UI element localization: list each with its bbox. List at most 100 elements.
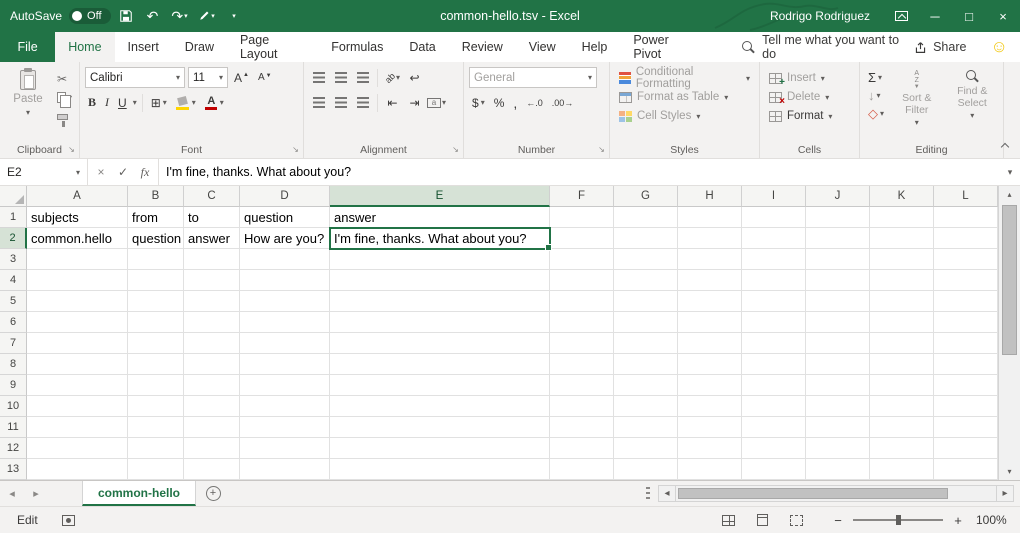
cell-j1[interactable] xyxy=(806,207,870,228)
clear-button[interactable]: ◇▾ xyxy=(865,105,887,122)
tab-data[interactable]: Data xyxy=(396,32,448,62)
cell-h8[interactable] xyxy=(678,354,742,375)
cell-d10[interactable] xyxy=(240,396,330,417)
cell-c4[interactable] xyxy=(184,270,240,291)
tab-draw[interactable]: Draw xyxy=(172,32,227,62)
delete-cells-button[interactable]: Delete ▾ xyxy=(765,88,836,106)
redo-button[interactable]: ↷▾ xyxy=(168,3,192,29)
zoom-percentage[interactable]: 100% xyxy=(976,513,1020,527)
align-bottom-button[interactable] xyxy=(353,67,372,88)
cell-k1[interactable] xyxy=(870,207,934,228)
cell-b9[interactable] xyxy=(128,375,184,396)
row-header-9[interactable]: 9 xyxy=(0,375,27,396)
accounting-format-button[interactable]: $▾ xyxy=(469,92,488,113)
cell-k2[interactable] xyxy=(870,228,934,249)
zoom-slider-thumb[interactable] xyxy=(896,515,901,525)
cell-d9[interactable] xyxy=(240,375,330,396)
cell-d7[interactable] xyxy=(240,333,330,354)
bold-button[interactable]: B xyxy=(85,92,99,113)
cell-k3[interactable] xyxy=(870,249,934,270)
align-left-button[interactable] xyxy=(309,92,328,113)
cell-l11[interactable] xyxy=(934,417,998,438)
horizontal-scrollbar[interactable]: ◂ ▸ xyxy=(658,481,1014,506)
cell-g4[interactable] xyxy=(614,270,678,291)
cell-f8[interactable] xyxy=(550,354,614,375)
wrap-text-button[interactable]: ↩ xyxy=(405,67,424,88)
cell-k6[interactable] xyxy=(870,312,934,333)
cell-b5[interactable] xyxy=(128,291,184,312)
row-header-5[interactable]: 5 xyxy=(0,291,27,312)
column-header-j[interactable]: J xyxy=(806,186,870,207)
decrease-decimal-button[interactable]: .00→ xyxy=(549,92,577,113)
cell-d1[interactable]: question xyxy=(240,207,330,228)
close-button[interactable]: × xyxy=(986,0,1020,32)
cell-a8[interactable] xyxy=(27,354,128,375)
cell-l3[interactable] xyxy=(934,249,998,270)
cell-b2[interactable]: question xyxy=(128,228,184,249)
tab-view[interactable]: View xyxy=(516,32,569,62)
cell-f13[interactable] xyxy=(550,459,614,480)
cell-b1[interactable]: from xyxy=(128,207,184,228)
row-header-3[interactable]: 3 xyxy=(0,249,27,270)
row-header-4[interactable]: 4 xyxy=(0,270,27,291)
cell-i2[interactable] xyxy=(742,228,806,249)
tab-insert[interactable]: Insert xyxy=(115,32,172,62)
cell-l4[interactable] xyxy=(934,270,998,291)
cell-g1[interactable] xyxy=(614,207,678,228)
cell-k8[interactable] xyxy=(870,354,934,375)
cut-button[interactable]: ✂ xyxy=(55,70,74,87)
zoom-in-button[interactable]: + xyxy=(950,513,966,528)
page-break-view-button[interactable] xyxy=(784,510,808,530)
cell-a2[interactable]: common.hello xyxy=(27,228,128,249)
expand-formula-bar-button[interactable]: ▾ xyxy=(1000,159,1020,185)
column-header-g[interactable]: G xyxy=(614,186,678,207)
increase-decimal-button[interactable]: ←.0 xyxy=(523,92,546,113)
cell-b10[interactable] xyxy=(128,396,184,417)
cell-a13[interactable] xyxy=(27,459,128,480)
cell-j7[interactable] xyxy=(806,333,870,354)
cell-g7[interactable] xyxy=(614,333,678,354)
cell-a3[interactable] xyxy=(27,249,128,270)
cell-j9[interactable] xyxy=(806,375,870,396)
cell-b6[interactable] xyxy=(128,312,184,333)
cell-b3[interactable] xyxy=(128,249,184,270)
cell-j10[interactable] xyxy=(806,396,870,417)
cell-h13[interactable] xyxy=(678,459,742,480)
cancel-button[interactable]: × xyxy=(90,159,112,185)
cell-c13[interactable] xyxy=(184,459,240,480)
cell-g3[interactable] xyxy=(614,249,678,270)
decrease-font-size-button[interactable]: A▼ xyxy=(255,70,275,85)
cell-c2[interactable]: answer xyxy=(184,228,240,249)
cell-f9[interactable] xyxy=(550,375,614,396)
number-dialog-launcher[interactable]: ↘ xyxy=(596,144,607,155)
increase-indent-button[interactable]: ⇥ xyxy=(405,92,424,113)
touch-mouse-mode-button[interactable]: ▾ xyxy=(195,3,219,29)
cell-h4[interactable] xyxy=(678,270,742,291)
tab-file[interactable]: File xyxy=(0,32,55,62)
feedback-smiley-button[interactable]: ☺ xyxy=(984,32,1014,62)
horizontal-scroll-track[interactable] xyxy=(676,485,996,502)
cell-styles-button[interactable]: Cell Styles ▾ xyxy=(615,107,754,125)
autosum-button[interactable]: Σ▾ xyxy=(865,69,887,86)
cell-g12[interactable] xyxy=(614,438,678,459)
cell-b4[interactable] xyxy=(128,270,184,291)
cell-j8[interactable] xyxy=(806,354,870,375)
enter-button[interactable]: ✓ xyxy=(112,159,134,185)
cell-b7[interactable] xyxy=(128,333,184,354)
alignment-dialog-launcher[interactable]: ↘ xyxy=(450,144,461,155)
tell-me-box[interactable]: Tell me what you want to do xyxy=(742,32,914,62)
cell-g5[interactable] xyxy=(614,291,678,312)
font-name-combo[interactable]: Calibri ▾ xyxy=(85,67,185,88)
cell-l13[interactable] xyxy=(934,459,998,480)
save-button[interactable] xyxy=(114,3,138,29)
cell-c6[interactable] xyxy=(184,312,240,333)
macro-recording-icon[interactable] xyxy=(62,515,75,526)
column-header-b[interactable]: B xyxy=(128,186,184,207)
sort-filter-button[interactable]: AZ▼ Sort & Filter ▾ xyxy=(891,67,942,141)
formula-input[interactable]: I'm fine, thanks. What about you? xyxy=(159,159,1000,185)
cell-h3[interactable] xyxy=(678,249,742,270)
cell-f2[interactable] xyxy=(550,228,614,249)
collapse-ribbon-button[interactable] xyxy=(998,138,1012,152)
conditional-formatting-button[interactable]: Conditional Formatting ▾ xyxy=(615,69,754,87)
undo-button[interactable]: ↶ xyxy=(141,3,165,29)
